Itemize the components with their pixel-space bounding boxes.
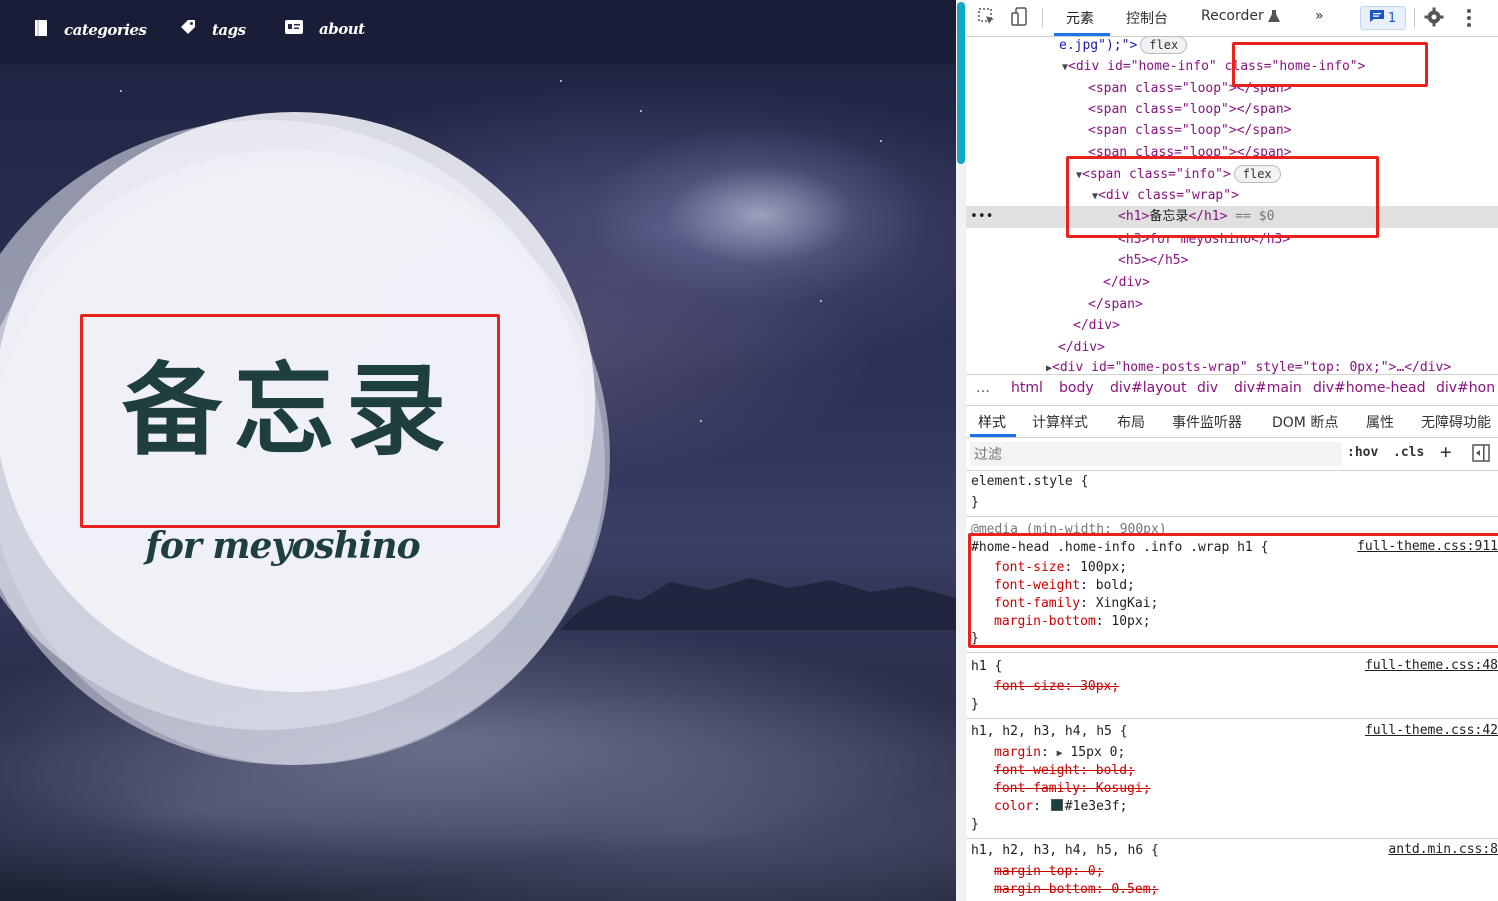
message-icon bbox=[1369, 10, 1384, 26]
nav-label: categories bbox=[64, 21, 147, 39]
close-brace: } bbox=[971, 697, 979, 712]
issues-badge[interactable]: 1 bbox=[1360, 6, 1406, 30]
rule4-source-link[interactable]: antd.min.css:8 bbox=[1388, 842, 1498, 857]
rule2-selector[interactable]: h1 { bbox=[971, 658, 1002, 676]
dom-line-close-div[interactable]: </div> bbox=[1073, 316, 1120, 336]
hero-subtitle: for meyoshino bbox=[145, 525, 420, 567]
id-card-icon bbox=[285, 20, 303, 38]
tab-console[interactable]: 控制台 bbox=[1126, 8, 1168, 28]
issues-count: 1 bbox=[1387, 10, 1397, 26]
nav-item-about[interactable]: about bbox=[285, 20, 365, 38]
highlight-box-title bbox=[80, 314, 500, 528]
highlight-box-info-wrap-h1 bbox=[1066, 156, 1379, 238]
breadcrumb-item[interactable]: div#hon bbox=[1436, 380, 1495, 396]
filter-input[interactable] bbox=[970, 442, 1342, 466]
dom-breadcrumb: … html body div#layout div div#main div#… bbox=[966, 374, 1498, 406]
close-brace: } bbox=[971, 817, 979, 832]
dom-line-posts-wrap[interactable]: ▶<div id="home-posts-wrap" style="top: 0… bbox=[1046, 358, 1451, 374]
breadcrumb-item[interactable]: div#home-head bbox=[1313, 380, 1426, 396]
highlight-box-h1-rule bbox=[968, 533, 1498, 648]
dom-line-close-div[interactable]: </div> bbox=[1103, 273, 1150, 293]
more-tabs-button[interactable]: » bbox=[1315, 8, 1324, 24]
kebab-menu-icon[interactable] bbox=[1466, 8, 1472, 32]
close-brace: } bbox=[971, 495, 979, 510]
subtab-accessibility[interactable]: 无障碍功能 bbox=[1421, 412, 1491, 432]
nav-label: about bbox=[319, 20, 365, 38]
active-subtab-indicator bbox=[970, 434, 1016, 437]
breadcrumb-item[interactable]: div#main bbox=[1234, 380, 1302, 396]
styles-subtabs: 样式 计算样式 布局 事件监听器 DOM 断点 属性 无障碍功能 bbox=[966, 405, 1498, 438]
breadcrumb-item[interactable]: html bbox=[1011, 380, 1043, 396]
book-icon bbox=[34, 20, 48, 40]
rule4-selector[interactable]: h1, h2, h3, h4, h5, h6 { bbox=[971, 842, 1159, 860]
subtab-dom-breakpoints[interactable]: DOM 断点 bbox=[1272, 412, 1338, 432]
css-property-overridden[interactable]: margin-bottom: 0.5em; bbox=[994, 881, 1158, 899]
color-swatch[interactable] bbox=[1050, 799, 1063, 811]
expand-triangle-icon: ▶ bbox=[1056, 748, 1063, 759]
breadcrumb-item[interactable]: div#layout bbox=[1110, 380, 1186, 396]
blog-home-page: categories tags about 备忘录 for meyoshino bbox=[0, 0, 956, 901]
mountain-silhouette bbox=[560, 578, 956, 630]
rule2-source-link[interactable]: full-theme.css:48 bbox=[1365, 658, 1498, 673]
subtab-properties[interactable]: 属性 bbox=[1366, 412, 1394, 432]
subtab-event-listeners[interactable]: 事件监听器 bbox=[1172, 412, 1242, 432]
css-property[interactable]: margin: ▶ 15px 0; bbox=[994, 744, 1125, 763]
breadcrumb-item[interactable]: div bbox=[1197, 380, 1218, 396]
dom-node-options-icon[interactable]: ••• bbox=[970, 207, 993, 227]
hov-toggle[interactable]: :hov bbox=[1347, 445, 1378, 460]
css-property[interactable]: color: #1e3e3f; bbox=[994, 798, 1127, 816]
dom-line-loop[interactable]: <span class="loop"></span> bbox=[1088, 100, 1292, 120]
devtools-panel: 元素 控制台 Recorder » 1 e.jpg");"> flex ▼<div… bbox=[966, 0, 1498, 901]
breadcrumb-item[interactable]: body bbox=[1059, 380, 1094, 396]
rule3-selector[interactable]: h1, h2, h3, h4, h5 { bbox=[971, 723, 1128, 741]
dom-line-close-div[interactable]: </div> bbox=[1058, 338, 1105, 358]
subtab-computed[interactable]: 计算样式 bbox=[1032, 412, 1088, 432]
devtools-toolbar: 元素 控制台 Recorder » 1 bbox=[966, 0, 1498, 37]
css-property-overridden[interactable]: margin-top: 0; bbox=[994, 863, 1104, 881]
subtab-layout[interactable]: 布局 bbox=[1117, 412, 1145, 432]
gear-icon[interactable] bbox=[1424, 7, 1444, 31]
flex-badge[interactable]: flex bbox=[1140, 36, 1188, 54]
element-style-selector[interactable]: element.style { bbox=[971, 473, 1088, 491]
rule3-source-link[interactable]: full-theme.css:42 bbox=[1365, 723, 1498, 738]
highlight-box-class-attr bbox=[1232, 42, 1428, 87]
dom-line-style-tail[interactable]: e.jpg");"> flex bbox=[1059, 36, 1188, 56]
inspect-element-icon[interactable] bbox=[978, 8, 996, 30]
flask-icon bbox=[1268, 10, 1280, 26]
dom-line-h5[interactable]: <h5></h5> bbox=[1118, 251, 1188, 271]
css-property-overridden[interactable]: font-weight: bold; bbox=[994, 762, 1135, 780]
cls-toggle[interactable]: .cls bbox=[1393, 445, 1424, 460]
dom-line-close-span[interactable]: </span> bbox=[1088, 295, 1143, 315]
tab-recorder[interactable]: Recorder bbox=[1201, 8, 1264, 24]
styles-filter-bar: :hov .cls + bbox=[966, 438, 1498, 471]
top-nav-bar: categories tags about bbox=[0, 0, 956, 64]
toggle-sidebar-icon[interactable] bbox=[1472, 444, 1490, 466]
device-toolbar-icon[interactable] bbox=[1010, 7, 1030, 31]
new-style-rule-button[interactable]: + bbox=[1440, 441, 1451, 463]
nav-item-tags[interactable]: tags bbox=[180, 20, 246, 40]
css-property-overridden[interactable]: font-family: Kosugi; bbox=[994, 780, 1151, 798]
css-property-overridden[interactable]: font-size: 30px; bbox=[994, 678, 1119, 696]
breadcrumb-ellipsis[interactable]: … bbox=[976, 380, 990, 396]
page-scrollbar-thumb[interactable] bbox=[957, 2, 965, 164]
subtab-styles[interactable]: 样式 bbox=[978, 412, 1006, 432]
tag-icon bbox=[180, 20, 196, 40]
tab-elements[interactable]: 元素 bbox=[1066, 8, 1094, 28]
dom-line-loop[interactable]: <span class="loop"></span> bbox=[1088, 121, 1292, 141]
nav-label: tags bbox=[212, 21, 246, 39]
nav-item-categories[interactable]: categories bbox=[34, 20, 147, 40]
